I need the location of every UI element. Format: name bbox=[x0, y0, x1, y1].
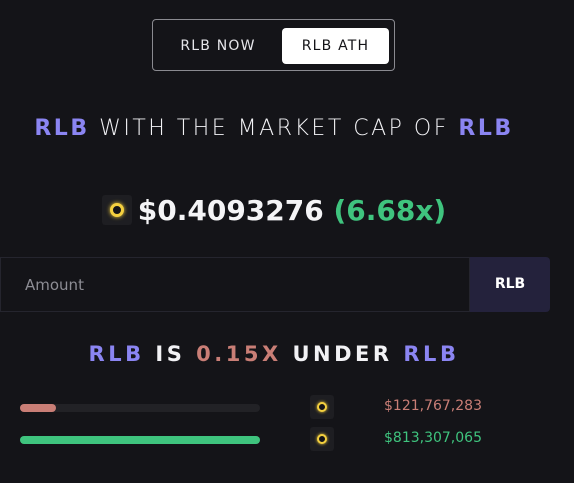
headline: RLB WITH THE MARKET CAP OF RLB bbox=[0, 116, 548, 141]
market-cap-value: $121,767,283 bbox=[384, 398, 482, 414]
comparison-direction: UNDER bbox=[292, 342, 393, 366]
comparison-text: RLB IS 0.15X UNDER RLB bbox=[0, 342, 548, 366]
amount-field bbox=[0, 257, 470, 312]
headline-token-b: RLB bbox=[458, 116, 514, 141]
rlb-now-tab[interactable]: RLB NOW bbox=[163, 28, 273, 64]
rollbit-coin-icon bbox=[310, 427, 334, 451]
comparison-token-a: RLB bbox=[88, 342, 145, 366]
rollbit-coin-icon bbox=[101, 195, 132, 225]
price-value: $0.4093276 bbox=[137, 194, 324, 227]
comparison-ratio: 0.15X bbox=[196, 342, 282, 366]
market-cap-row-current: $121,767,283 bbox=[0, 395, 574, 419]
rlb-ath-tab[interactable]: RLB ATH bbox=[282, 28, 389, 64]
price-row: $0.4093276 (6.68x) bbox=[0, 194, 548, 227]
headline-middle: WITH THE MARKET CAP OF bbox=[89, 116, 459, 141]
market-cap-bar-fill bbox=[20, 404, 56, 412]
unit-button[interactable]: RLB bbox=[470, 257, 550, 312]
market-cap-bar-track bbox=[20, 436, 260, 444]
market-cap-bar-fill bbox=[20, 436, 260, 444]
comparison-token-b: RLB bbox=[403, 342, 460, 366]
price-multiplier: (6.68x) bbox=[333, 194, 447, 227]
rollbit-coin-icon bbox=[310, 395, 334, 419]
view-toggle: RLB NOW RLB ATH bbox=[152, 19, 395, 71]
comparison-is: IS bbox=[155, 342, 186, 366]
market-cap-row-ath: $813,307,065 bbox=[0, 427, 574, 451]
headline-token-a: RLB bbox=[34, 116, 90, 141]
market-cap-bar-track bbox=[20, 404, 260, 412]
amount-input[interactable] bbox=[1, 258, 469, 311]
market-cap-value: $813,307,065 bbox=[384, 430, 482, 446]
